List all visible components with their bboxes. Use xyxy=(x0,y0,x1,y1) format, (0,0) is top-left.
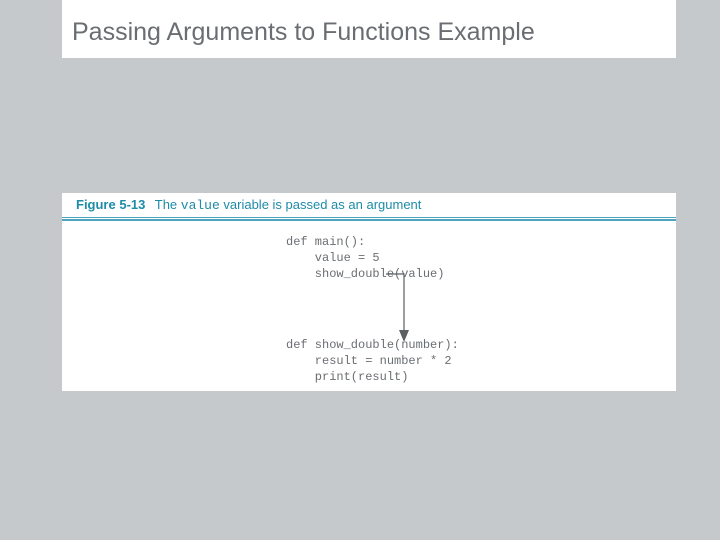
slide-title: Passing Arguments to Functions Example xyxy=(72,18,535,47)
slide: Passing Arguments to Functions Example F… xyxy=(0,0,720,540)
figure-caption-code: value xyxy=(181,198,220,213)
code-show-double: def show_double(number): result = number… xyxy=(286,337,459,386)
arrow-icon xyxy=(382,272,410,344)
figure-rule-thick xyxy=(62,219,676,221)
figure-caption-suffix: variable is passed as an argument xyxy=(220,197,422,212)
code-main: def main(): value = 5 show_double(value) xyxy=(286,234,444,283)
figure-caption-prefix: The xyxy=(155,197,181,212)
figure-caption: Figure 5-13 The value variable is passed… xyxy=(76,197,421,213)
title-bar: Passing Arguments to Functions Example xyxy=(62,0,676,58)
figure-label: Figure 5-13 xyxy=(76,197,145,212)
figure-box: Figure 5-13 The value variable is passed… xyxy=(62,193,676,391)
figure-rule xyxy=(62,217,676,218)
